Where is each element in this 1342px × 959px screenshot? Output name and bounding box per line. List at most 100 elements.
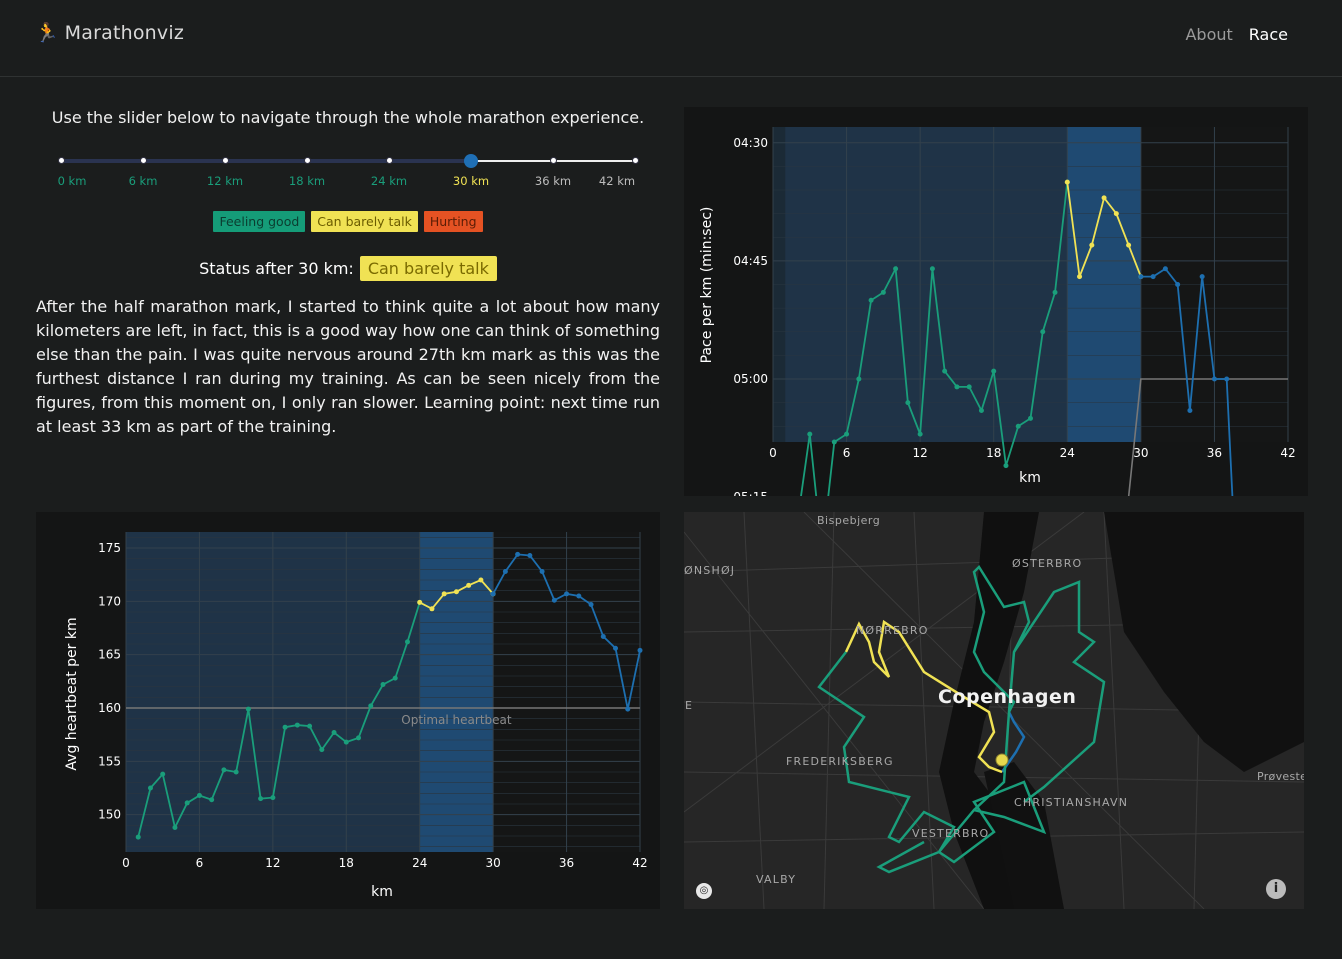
status-line: Status after 30 km: Can barely talk: [36, 256, 660, 281]
x-tick-label: 18: [986, 446, 1001, 460]
data-point-talk: [466, 582, 472, 588]
slider-mark-dot[interactable]: [221, 157, 229, 164]
map-label-provester: Prøvester: [1257, 770, 1304, 783]
slider-mark-label[interactable]: 42 km: [599, 174, 635, 188]
y-tick-label: 160: [98, 701, 121, 715]
slider-mark-label[interactable]: 36 km: [535, 174, 571, 188]
data-point-talk: [1113, 211, 1119, 217]
map-label-valby: VALBY: [756, 873, 797, 886]
data-point-future: [1138, 274, 1144, 280]
data-point-good: [1040, 329, 1046, 335]
navbar: 🏃 Marathonviz About Race: [0, 0, 1342, 77]
map-label-osterbro: ØSTERBRO: [1012, 557, 1083, 570]
data-point-good: [1028, 415, 1033, 421]
nav-link-race[interactable]: Race: [1249, 25, 1288, 44]
data-point-good: [966, 384, 972, 390]
mapbox-logo-icon[interactable]: ◎: [696, 883, 712, 899]
data-point-future: [564, 591, 570, 597]
intro-text: Use the slider below to navigate through…: [51, 108, 645, 127]
data-point-good: [160, 771, 166, 777]
slider-mark-dot[interactable]: [303, 157, 311, 164]
data-point-good: [893, 266, 899, 272]
slider-mark-label[interactable]: 18 km: [289, 174, 325, 188]
data-point-good: [380, 682, 386, 688]
status-legend: Feeling good Can barely talk Hurting: [36, 211, 660, 232]
x-tick-label: 12: [265, 856, 280, 870]
data-point-good: [258, 796, 264, 802]
legend-can-barely-talk: Can barely talk: [311, 211, 418, 232]
y-tick-label: 170: [98, 594, 121, 608]
slider-mark-label[interactable]: 30 km: [453, 174, 489, 188]
data-point-future: [551, 597, 557, 603]
slider-mark-label[interactable]: 24 km: [371, 174, 407, 188]
data-point-good: [1052, 289, 1058, 295]
nav-link-about[interactable]: About: [1185, 25, 1232, 44]
data-point-good: [978, 408, 984, 413]
slider-mark-dot[interactable]: [139, 157, 147, 164]
slider-mark-dot[interactable]: [57, 157, 65, 164]
data-point-future: [1175, 282, 1181, 287]
data-point-good: [991, 368, 997, 374]
data-point-future: [527, 552, 533, 558]
status-label: Status after 30 km:: [199, 259, 354, 278]
slider-mark-label[interactable]: 12 km: [207, 174, 243, 188]
brand[interactable]: 🏃 Marathonviz: [35, 22, 184, 44]
data-point-good: [942, 368, 948, 374]
x-tick-label: 24: [412, 856, 427, 870]
data-point-good: [135, 834, 141, 840]
data-point-good: [1015, 423, 1021, 429]
x-tick-label: 12: [913, 446, 928, 460]
slider-track-done[interactable]: [61, 159, 471, 163]
x-tick-label: 42: [632, 856, 647, 870]
data-point-future: [576, 593, 582, 599]
data-point-good: [954, 384, 960, 390]
slider-mark-dot[interactable]: [385, 157, 393, 164]
data-point-good: [356, 735, 362, 741]
data-point-talk: [1101, 195, 1107, 201]
data-point-good: [1003, 463, 1009, 469]
data-point-future: [490, 591, 496, 597]
x-tick-label: 6: [843, 446, 851, 460]
data-point-talk: [1089, 242, 1095, 248]
km-slider[interactable]: 0 km 6 km 12 km 18 km 24 km 30 km 36 km 42 km: [36, 150, 660, 194]
data-point-future: [1162, 266, 1168, 272]
data-point-talk: [429, 606, 435, 612]
slider-mark-label[interactable]: 0 km: [58, 174, 87, 188]
data-point-good: [905, 400, 911, 406]
route-map[interactable]: Bispebjerg ØSTERBRO ØNSHØJ NØRREBRO E FR…: [684, 512, 1304, 909]
legend-hurting: Hurting: [423, 211, 483, 232]
east-water: [1104, 512, 1304, 772]
data-point-future: [1150, 274, 1156, 280]
x-tick-label: 6: [196, 856, 204, 870]
slider-mark-dot[interactable]: [631, 157, 639, 164]
current-position-marker: [995, 753, 1009, 767]
data-point-future: [637, 647, 643, 653]
data-point-good: [368, 703, 374, 709]
x-axis-label: km: [371, 884, 393, 900]
story-text: After the half marathon mark, I started …: [36, 297, 660, 436]
map-canvas[interactable]: [684, 512, 1304, 909]
x-tick-label: 30: [1133, 446, 1148, 460]
slider-mark-dot[interactable]: [549, 157, 557, 164]
data-point-good: [233, 769, 239, 775]
data-point-good: [270, 795, 276, 801]
data-point-good: [196, 792, 202, 798]
slider-mark-label[interactable]: 6 km: [129, 174, 158, 188]
heartbeat-chart[interactable]: 0 6 12 18 24 30 36 42 150 155 160 165 170 175 Optimal …: [36, 512, 660, 909]
legend-feeling-good: Feeling good: [213, 211, 306, 232]
map-label-norrebro: NØRREBRO: [856, 624, 929, 637]
data-point-talk: [441, 591, 447, 597]
pace-chart[interactable]: 0612182430364204:3004:4505:0005:1505:300…: [684, 107, 1308, 496]
y-axis-label: Pace per km (min:sec): [699, 207, 715, 364]
map-label-frederiksberg: FREDERIKSBERG: [786, 755, 894, 768]
data-point-good: [184, 800, 190, 806]
data-point-good: [319, 747, 325, 753]
x-axis-label: km: [1019, 470, 1041, 486]
data-point-talk: [1064, 179, 1070, 185]
info-icon[interactable]: i: [1266, 879, 1286, 899]
slider-handle[interactable]: [464, 154, 478, 168]
data-point-good: [807, 431, 813, 437]
y-tick-label: 04:30: [733, 136, 768, 150]
brand-name: Marathonviz: [64, 22, 185, 44]
x-tick-label: 36: [1207, 446, 1222, 460]
